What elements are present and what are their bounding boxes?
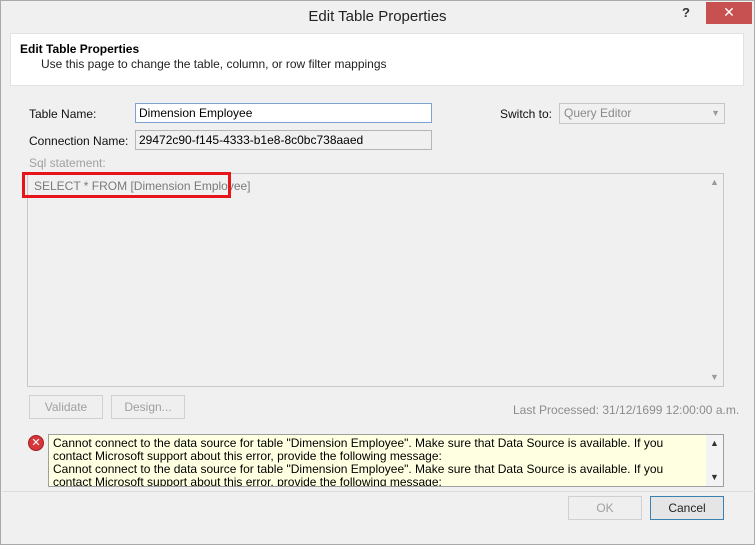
last-processed-text: Last Processed: 31/12/1699 12:00:00 a.m. (513, 403, 740, 417)
close-button[interactable]: ✕ (706, 2, 752, 24)
error-message-line: Cannot connect to the data source for ta… (53, 436, 664, 463)
sql-statement-textarea[interactable]: SELECT * FROM [Dimension Employee] ▲ ▼ (27, 173, 724, 387)
scroll-down-icon[interactable]: ▼ (706, 369, 723, 386)
message-scrollbar[interactable]: ▲ ▼ (706, 435, 723, 486)
ok-button[interactable]: OK (568, 496, 642, 520)
close-icon: ✕ (723, 4, 735, 20)
error-message-box: Cannot connect to the data source for ta… (48, 434, 724, 487)
window-title: Edit Table Properties (308, 8, 447, 25)
connection-name-label: Connection Name: (29, 134, 129, 148)
footer-divider (2, 491, 755, 492)
table-name-label: Table Name: (29, 107, 97, 121)
page-title: Edit Table Properties (20, 42, 140, 56)
error-message-line: Cannot connect to the data source for ta… (53, 462, 664, 487)
error-message-text: Cannot connect to the data source for ta… (53, 437, 701, 487)
sql-statement-label: Sql statement: (29, 156, 106, 170)
scroll-up-icon[interactable]: ▲ (706, 174, 723, 191)
switch-to-label: Switch to: (500, 107, 553, 121)
sql-statement-text: SELECT * FROM [Dimension Employee] (34, 179, 251, 193)
scroll-down-icon[interactable]: ▼ (706, 469, 723, 486)
header-panel: Edit Table Properties Use this page to c… (10, 33, 744, 86)
title-bar[interactable]: Edit Table Properties ? ✕ (1, 1, 754, 32)
connection-name-field: 29472c90-f145-4333-b1e8-8c0bc738aaed (135, 130, 432, 150)
cancel-button[interactable]: Cancel (650, 496, 724, 520)
page-subtitle: Use this page to change the table, colum… (41, 57, 387, 71)
design-button[interactable]: Design... (111, 395, 185, 419)
scroll-up-icon[interactable]: ▲ (706, 435, 723, 452)
chevron-down-icon: ▼ (711, 108, 720, 118)
error-icon: ✕ (28, 435, 44, 451)
edit-table-properties-dialog: Edit Table Properties ? ✕ Edit Table Pro… (0, 0, 755, 545)
switch-to-select[interactable]: Query Editor ▼ (559, 103, 725, 124)
table-name-input[interactable]: Dimension Employee (135, 103, 432, 123)
sql-scrollbar[interactable]: ▲ ▼ (706, 174, 723, 386)
switch-to-value: Query Editor (564, 106, 632, 120)
help-button[interactable]: ? (677, 5, 695, 23)
validate-button[interactable]: Validate (29, 395, 103, 419)
